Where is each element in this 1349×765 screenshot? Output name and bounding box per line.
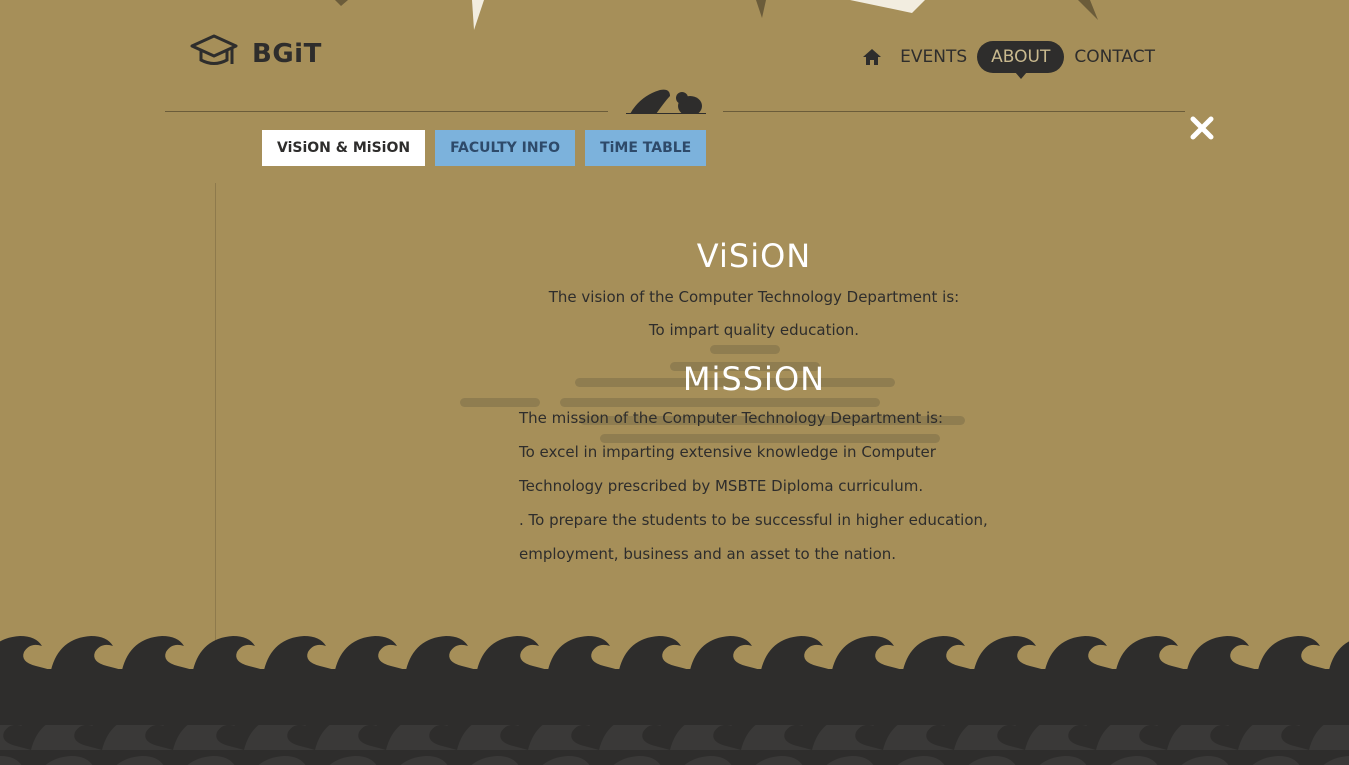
mission-line: Technology prescribed by MSBTE Diploma c… <box>519 477 924 495</box>
vision-line: To impart quality education. <box>648 321 860 339</box>
home-icon <box>863 49 882 65</box>
tab-faculty-info[interactable]: FACULTY INFO <box>435 130 576 166</box>
wave-footer <box>0 630 1349 765</box>
mission-line: To excel in imparting extensive knowledg… <box>519 443 936 461</box>
mission-line: . To prepare the students to be successf… <box>519 511 988 529</box>
mission-heading: MiSSiON <box>682 360 826 398</box>
tab-time-table[interactable]: TiME TABLE <box>585 130 707 166</box>
home-link[interactable] <box>854 42 890 72</box>
bird-silhouette <box>626 89 706 114</box>
nav-events[interactable]: EVENTS <box>890 41 977 73</box>
header-divider-right <box>723 111 1185 112</box>
tab-vision-mission[interactable]: ViSiON & MiSiON <box>262 130 426 166</box>
about-tabs: ViSiON & MiSiON FACULTY INFO TiME TABLE <box>262 130 707 166</box>
logo-text: BGiT <box>252 39 322 69</box>
mission-line: The mission of the Computer Technology D… <box>519 409 944 427</box>
top-decoration <box>335 0 1098 30</box>
site-logo[interactable]: BGiT <box>190 34 322 74</box>
about-content: ViSiON The vision of the Computer Techno… <box>519 236 989 571</box>
nav-contact[interactable]: CONTACT <box>1064 41 1165 73</box>
nav-about[interactable]: ABOUT <box>977 41 1065 79</box>
header-divider-left <box>165 111 608 112</box>
vision-line: The vision of the Computer Technology De… <box>548 288 960 306</box>
close-icon[interactable] <box>1188 114 1216 142</box>
main-nav: EVENTS ABOUT CONTACT <box>854 41 1165 79</box>
mission-line: employment, business and an asset to the… <box>519 545 897 563</box>
vision-heading: ViSiON <box>696 237 812 275</box>
graduation-cap-icon <box>190 34 238 74</box>
content-left-rule <box>215 183 216 663</box>
